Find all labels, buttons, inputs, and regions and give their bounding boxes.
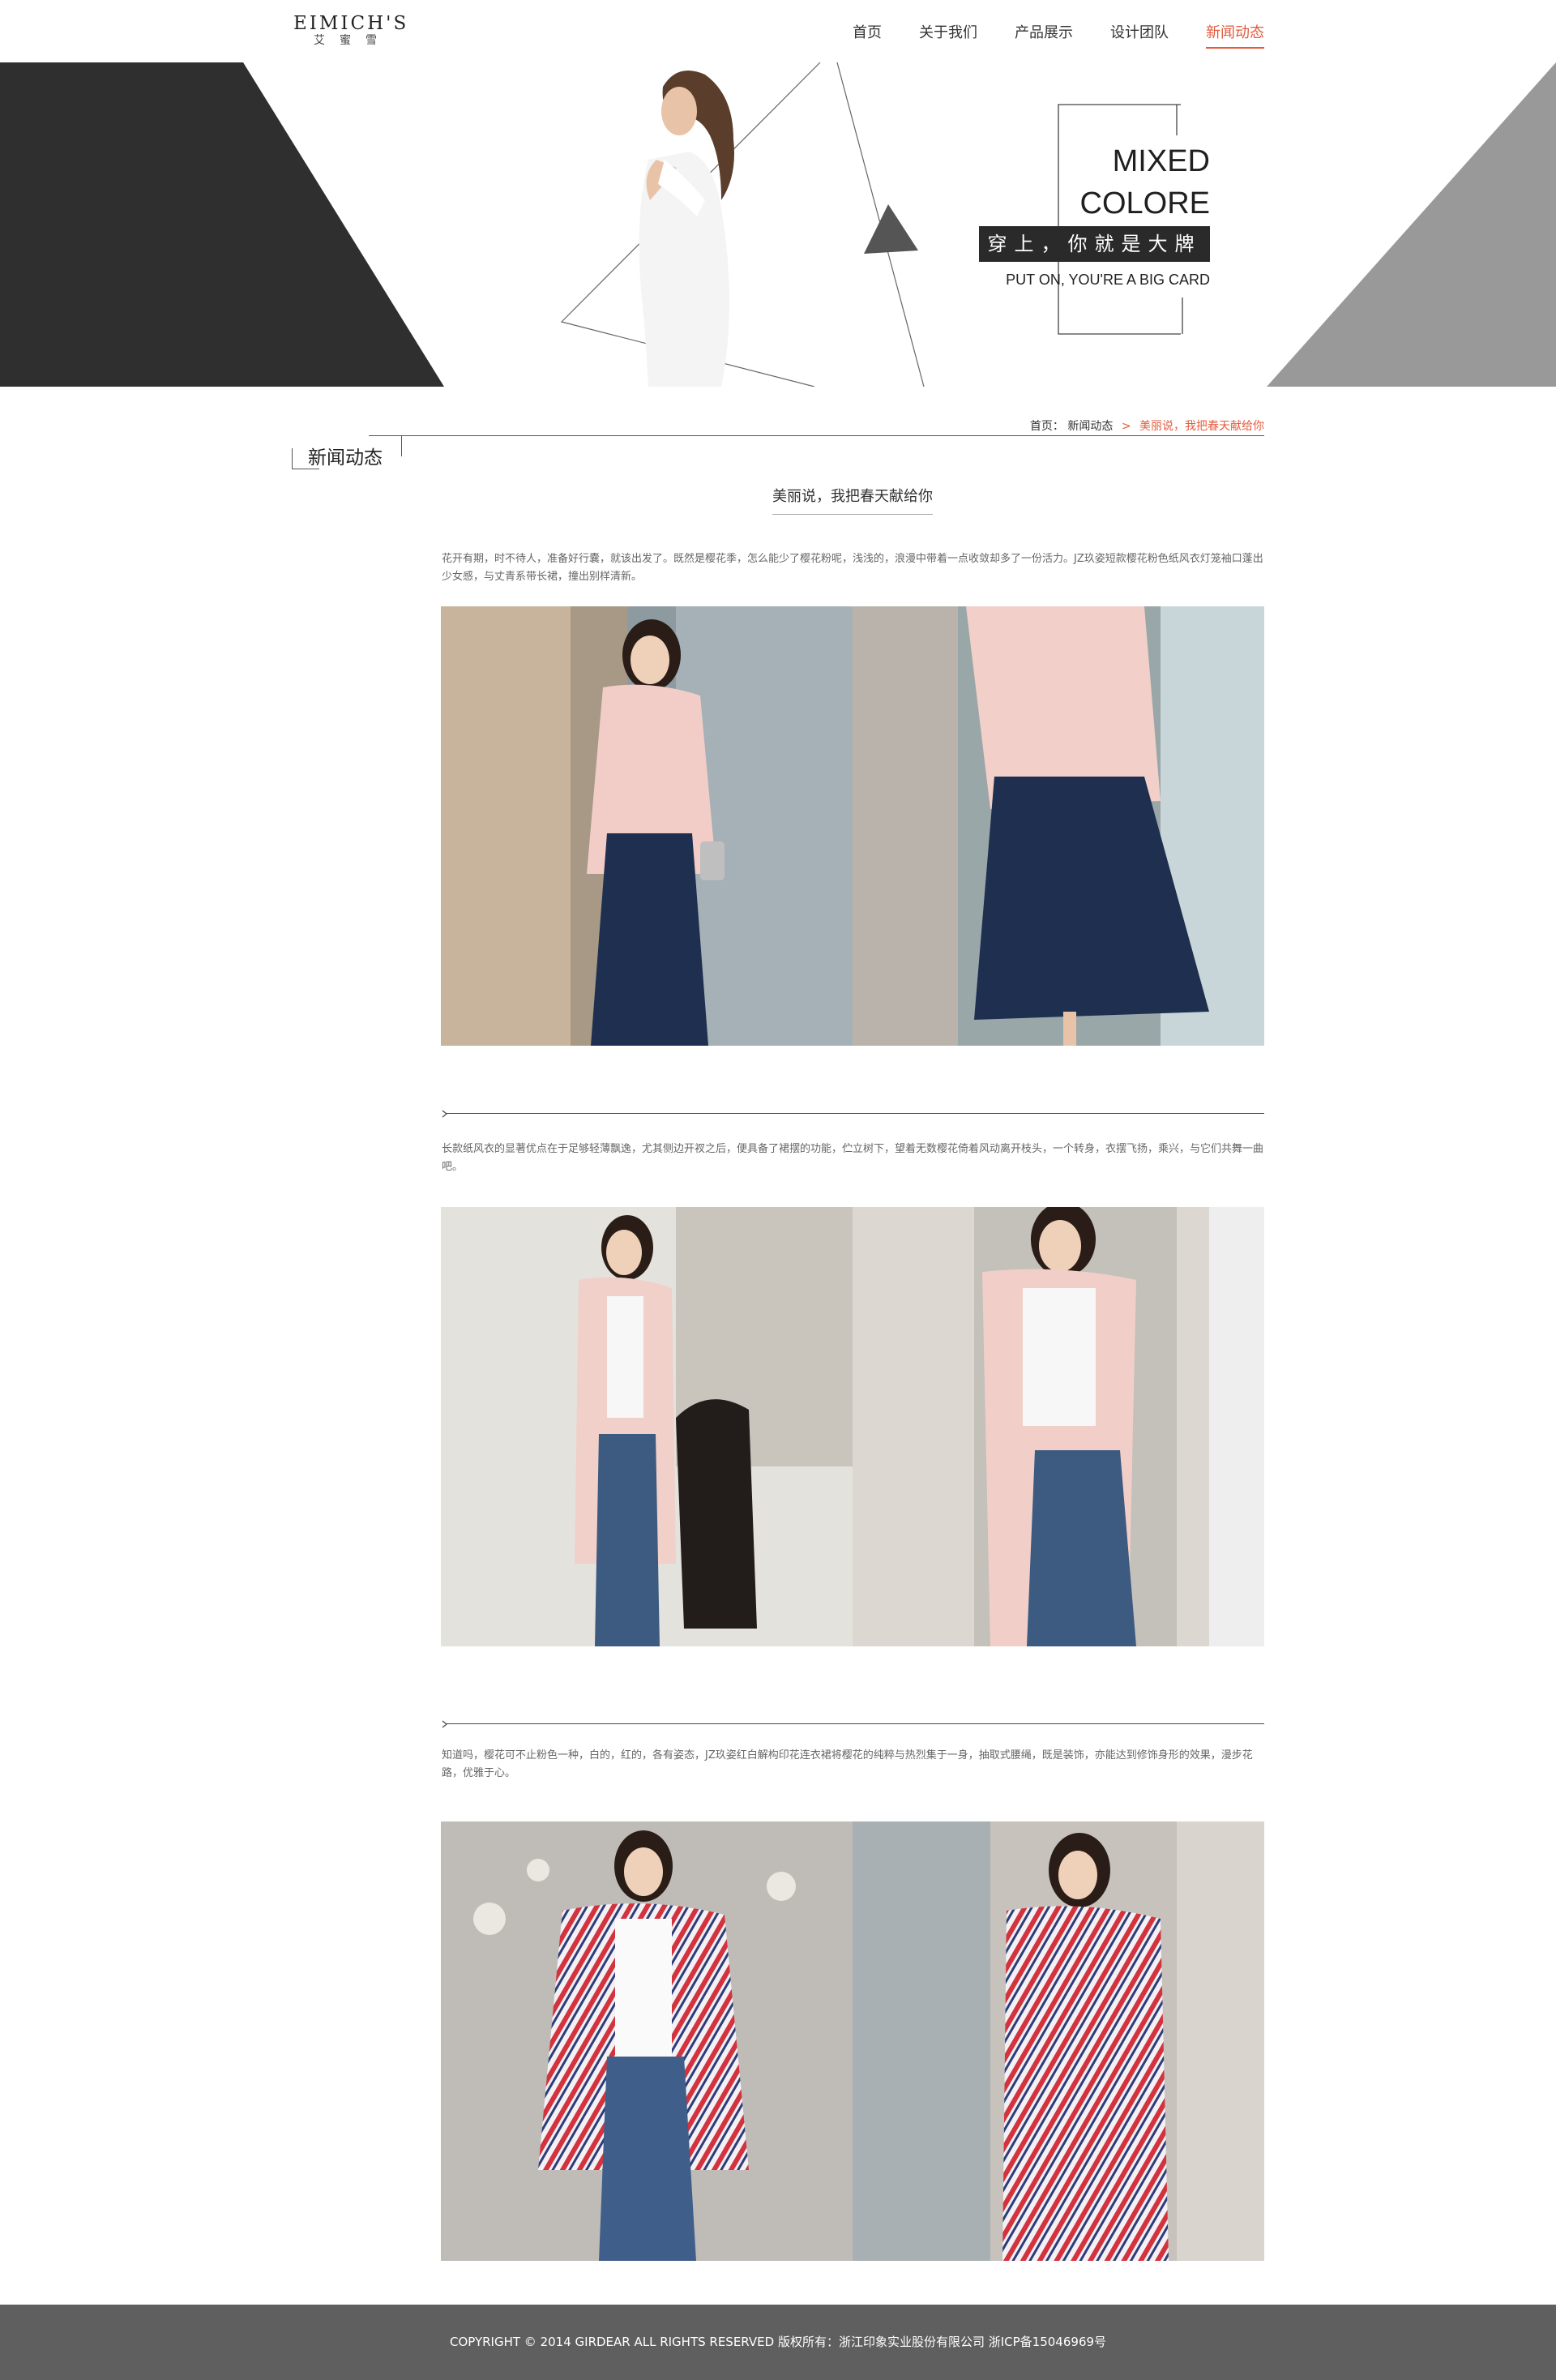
- section-divider: [441, 1720, 1264, 1728]
- divider-arrow-icon: [442, 1110, 447, 1118]
- banner-subtitle: PUT ON, YOU'RE A BIG CARD: [1006, 272, 1210, 288]
- brand-name-cn: 艾蜜雪: [314, 34, 391, 47]
- divider-arrow-icon: [442, 1720, 447, 1728]
- nav-item-home[interactable]: 首页: [853, 21, 882, 49]
- nav-item-team[interactable]: 设计团队: [1110, 21, 1169, 49]
- article-paragraph: 花开有期，时不待人，准备好行囊，就该出发了。既然是樱花季，怎么能少了樱花粉呢，浅…: [442, 553, 1263, 583]
- photo-row: [441, 606, 1264, 1046]
- banner-decoration: [0, 62, 1556, 387]
- article-paragraph: 知道吗，樱花可不止粉色一种，白的，红的，各有姿态，JZ玖姿红白解构印花连衣裙将樱…: [442, 1749, 1253, 1779]
- hero-banner: MIXED COLORE 穿上，你就是大牌 PUT ON, YOU'RE A B…: [0, 62, 1556, 387]
- fashion-photo: [853, 1207, 1264, 1646]
- main-nav: 首页 关于我们 产品展示 设计团队 新闻动态: [815, 21, 1264, 49]
- nav-item-products[interactable]: 产品展示: [1015, 21, 1073, 49]
- breadcrumb-current: 美丽说，我把春天献给你: [1139, 420, 1264, 433]
- section-title-tick: [401, 435, 402, 456]
- nav-item-about[interactable]: 关于我们: [919, 21, 977, 49]
- section-divider: [441, 1110, 1264, 1118]
- article-paragraph: 长款纸风衣的显著优点在于足够轻薄飘逸，尤其侧边开衩之后，便具备了裙摆的功能，伫立…: [442, 1143, 1264, 1173]
- small-triangle-shape: [864, 204, 918, 254]
- photo-row: [441, 1207, 1264, 1646]
- breadcrumb-home[interactable]: 首页：: [1030, 420, 1064, 433]
- photo-row: [441, 1821, 1264, 2261]
- site-header: EIMICH'S 艾蜜雪 首页 关于我们 产品展示 设计团队 新闻动态: [0, 0, 1556, 62]
- brand-name-en: EIMICH'S: [293, 13, 409, 34]
- breadcrumb-separator: >: [1121, 420, 1131, 433]
- fashion-photo: [853, 1821, 1264, 2261]
- banner-slogan: 穿上，你就是大牌: [979, 226, 1210, 262]
- breadcrumb-section[interactable]: 新闻动态: [1067, 420, 1113, 433]
- breadcrumb: 首页： 新闻动态 > 美丽说，我把春天献给你: [1030, 417, 1264, 434]
- fashion-photo: [441, 1821, 853, 2261]
- copyright-text: COPYRIGHT © 2014 GIRDEAR ALL RIGHTS RESE…: [449, 2335, 1107, 2349]
- article-title-text: 美丽说，我把春天献给你: [772, 485, 933, 515]
- gray-triangle-shape: [1267, 62, 1556, 387]
- model-photo: [639, 71, 734, 387]
- banner-title-line1: MIXED: [1112, 144, 1210, 178]
- nav-item-news[interactable]: 新闻动态: [1206, 21, 1264, 49]
- header-divider: [369, 435, 1264, 436]
- section-title: 新闻动态: [308, 447, 383, 469]
- banner-title-line2: COLORE: [1079, 186, 1210, 220]
- brand-logo[interactable]: EIMICH'S 艾蜜雪: [293, 13, 409, 49]
- fashion-photo: [441, 1207, 853, 1646]
- fashion-photo: [441, 606, 853, 1046]
- dark-triangle-shape: [0, 62, 444, 387]
- banner-title: MIXED COLORE: [1080, 140, 1210, 225]
- site-footer: COPYRIGHT © 2014 GIRDEAR ALL RIGHTS RESE…: [0, 2305, 1556, 2380]
- article-title: 美丽说，我把春天献给你: [0, 485, 1556, 515]
- fashion-photo: [853, 606, 1264, 1046]
